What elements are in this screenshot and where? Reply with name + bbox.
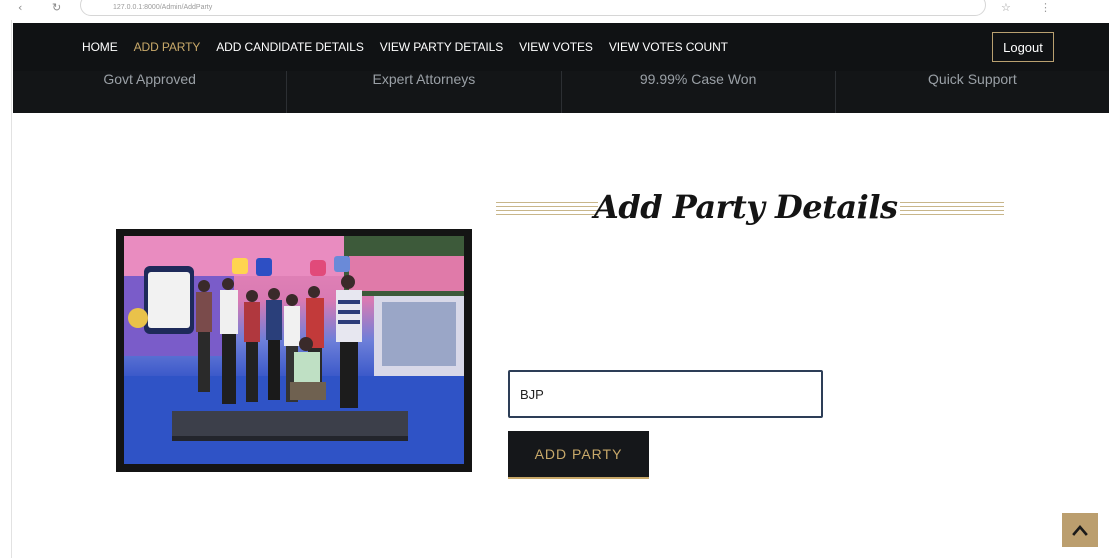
bookmark-star-icon[interactable]: ☆ (1001, 1, 1011, 14)
event-photo-frame (116, 229, 472, 472)
nav-view-votes[interactable]: VIEW VOTES (519, 40, 593, 54)
viewport-edge (11, 20, 12, 558)
browser-toolbar: ‹ ↻ 127.0.0.1:8000/Admin/AddParty ☆ ⋮ (0, 0, 1109, 20)
group-photo-illustration (124, 236, 464, 464)
nav-view-votes-count[interactable]: VIEW VOTES COUNT (609, 40, 728, 54)
feature-expert-attorneys: Expert Attorneys (287, 71, 562, 113)
nav-home[interactable]: HOME (82, 40, 118, 54)
nav-view-party-details[interactable]: VIEW PARTY DETAILS (380, 40, 503, 54)
add-party-heading-block: Add Party Details (496, 188, 1004, 230)
nav-add-party[interactable]: ADD PARTY (134, 40, 201, 54)
main-menu: HOME ADD PARTY ADD CANDIDATE DETAILS VIE… (82, 40, 744, 54)
chevron-up-icon (1072, 525, 1088, 536)
page-title: Add Party Details (594, 188, 898, 226)
feature-case-won: 99.99% Case Won (562, 71, 836, 113)
logout-button[interactable]: Logout (992, 32, 1054, 62)
features-bar: Govt Approved Expert Attorneys 99.99% Ca… (13, 71, 1109, 113)
add-party-button[interactable]: ADD PARTY (508, 431, 649, 479)
top-navigation: HOME ADD PARTY ADD CANDIDATE DETAILS VIE… (13, 23, 1109, 71)
event-photo (124, 236, 464, 464)
heading-rule-left (496, 202, 598, 215)
scroll-to-top-button[interactable] (1062, 513, 1098, 547)
browser-menu-icon[interactable]: ⋮ (1040, 1, 1051, 14)
feature-quick-support: Quick Support (928, 71, 1017, 87)
back-icon[interactable]: ‹ (18, 1, 22, 14)
party-name-input[interactable] (508, 370, 823, 418)
reload-icon[interactable]: ↻ (52, 1, 61, 14)
heading-rule-right (900, 202, 1004, 215)
feature-govt-approved: Govt Approved (13, 71, 288, 113)
nav-add-candidate-details[interactable]: ADD CANDIDATE DETAILS (216, 40, 364, 54)
address-bar[interactable]: 127.0.0.1:8000/Admin/AddParty (80, 0, 986, 16)
address-text: 127.0.0.1:8000/Admin/AddParty (113, 4, 213, 11)
